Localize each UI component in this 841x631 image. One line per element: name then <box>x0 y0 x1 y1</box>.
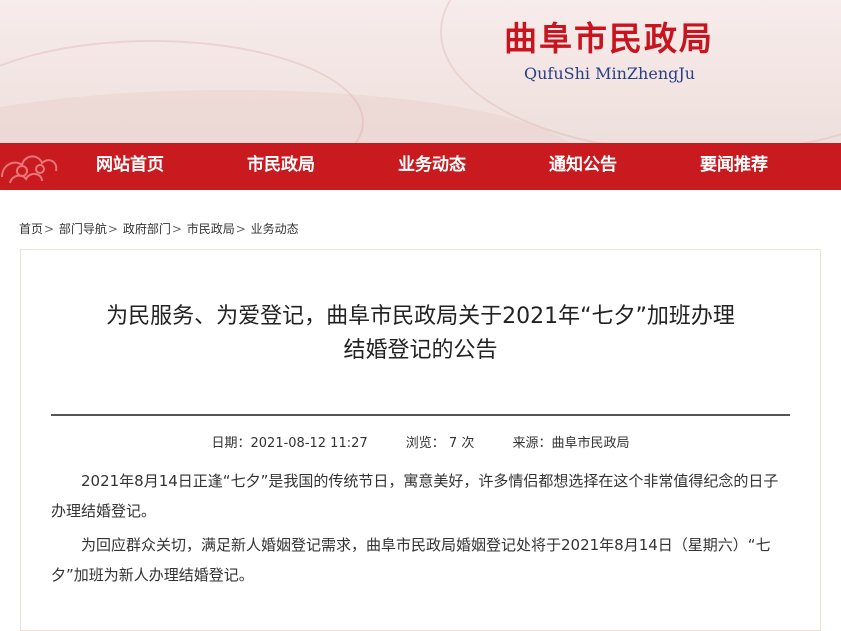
breadcrumb-separator: > <box>44 222 55 236</box>
site-subtitle: QufuShi MinZhengJu <box>524 64 696 83</box>
breadcrumb-separator: > <box>107 222 118 236</box>
nav-item-civil-affairs[interactable]: 市民政局 <box>247 143 315 190</box>
article-paragraph: 2021年8月14日正逢“七夕”是我国的传统节日，寓意美好，许多情侣都想选择在这… <box>51 472 779 520</box>
article-source: 来源：曲阜市民政局 <box>512 436 630 451</box>
breadcrumb-home[interactable]: 首页 <box>19 222 43 236</box>
nav-item-home[interactable]: 网站首页 <box>96 143 164 190</box>
site-title: 曲阜市民政局 <box>504 19 714 58</box>
article-panel: 为民服务、为爱登记，曲阜市民政局关于2021年“七夕”加班办理 结婚登记的公告 … <box>20 249 821 631</box>
breadcrumb-dept-nav[interactable]: 部门导航 <box>59 222 107 236</box>
breadcrumb-gov-dept[interactable]: 政府部门 <box>123 222 171 236</box>
view-count: 浏览： 7 次 <box>405 436 475 451</box>
breadcrumb-civil-affairs[interactable]: 市民政局 <box>187 222 235 236</box>
article-title-line: 结婚登记的公告 <box>343 338 498 363</box>
breadcrumb-separator: > <box>235 222 246 236</box>
cloud-decoration-icon <box>1 155 58 184</box>
breadcrumb-business-news[interactable]: 业务动态 <box>251 222 299 236</box>
main-nav: 网站首页 市民政局 业务动态 通知公告 要闻推荐 <box>0 143 841 190</box>
article-paragraph: 为回应群众关切，满足新人婚姻登记需求，曲阜市民政局婚姻登记处将于2021年8月1… <box>51 536 771 584</box>
breadcrumb-separator: > <box>171 222 182 236</box>
nav-item-featured-news[interactable]: 要闻推荐 <box>700 143 768 190</box>
article-meta: 日期：2021-08-12 11:27 浏览： 7 次 来源：曲阜市民政局 <box>21 432 820 451</box>
article-title: 为民服务、为爱登记，曲阜市民政局关于2021年“七夕”加班办理 结婚登记的公告 <box>21 300 820 368</box>
breadcrumb: 首页> 部门导航> 政府部门> 市民政局> 业务动态 <box>19 220 299 237</box>
header-banner: 曲阜市民政局 QufuShi MinZhengJu <box>0 0 841 143</box>
article-title-line: 为民服务、为爱登记，曲阜市民政局关于2021年“七夕”加班办理 <box>106 304 735 329</box>
banner-decoration <box>0 40 364 143</box>
nav-item-notices[interactable]: 通知公告 <box>549 143 617 190</box>
nav-item-business-news[interactable]: 业务动态 <box>398 143 466 190</box>
publish-date: 日期：2021-08-12 11:27 <box>211 436 368 451</box>
title-divider <box>51 414 790 416</box>
